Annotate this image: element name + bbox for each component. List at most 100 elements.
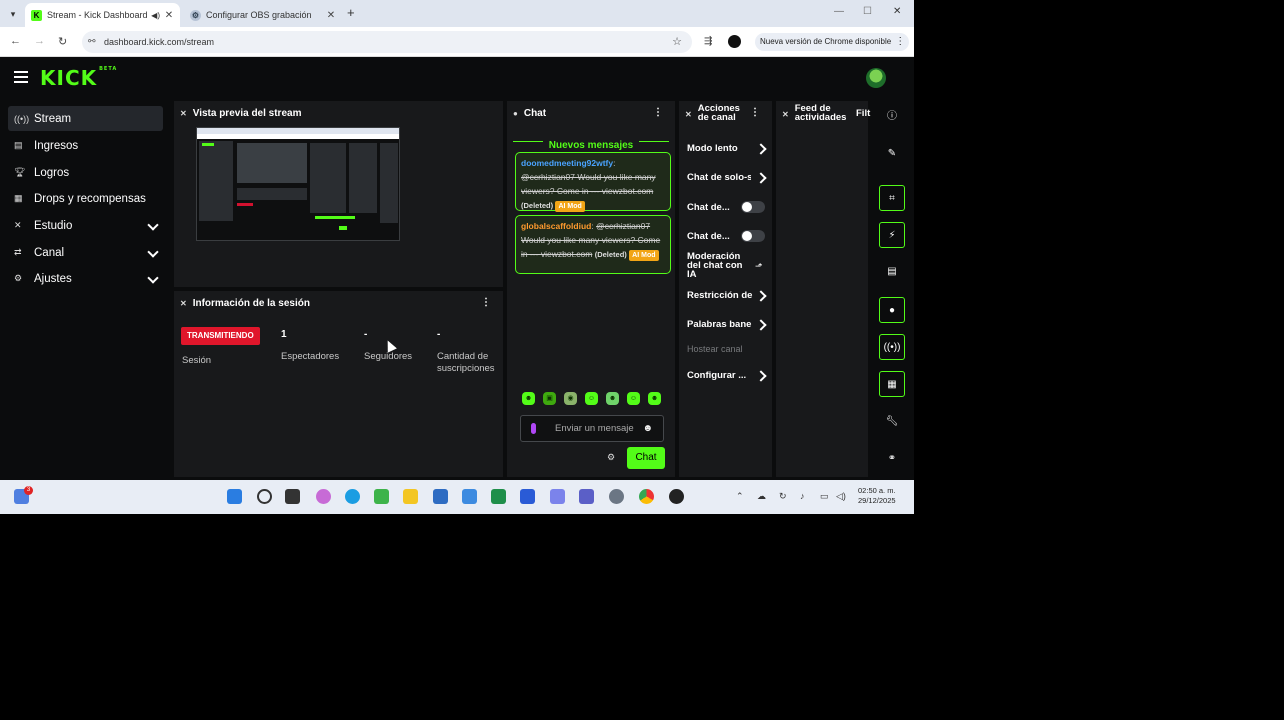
panel-title: Acciones de canal [697,103,740,123]
filter-button[interactable]: Filt [856,108,870,119]
edit-icon[interactable]: ✎ [879,141,905,167]
system-clock[interactable]: 02:50 a. m. 29/12/2025 [858,486,896,506]
wrench-icon[interactable]: 🔧︎ [879,409,905,435]
teams-icon[interactable] [579,489,594,504]
copilot-icon[interactable] [316,489,331,504]
search-icon[interactable] [257,489,272,504]
obs-icon[interactable] [669,489,684,504]
mic-tray-icon[interactable]: ♪ [800,491,805,501]
chat-bubble-icon[interactable]: ● [879,297,905,323]
new-tab-button[interactable]: + [347,6,355,20]
microphone-icon[interactable] [531,423,536,434]
extensions-icon[interactable]: ⇶ [704,36,712,47]
layout-icon[interactable]: ▦ [879,371,905,397]
emote-icon[interactable]: ▣ [543,392,556,405]
edge-icon[interactable] [345,489,360,504]
sidebar-item-label: Drops y recompensas [34,192,146,205]
panel-header: ✕ Vista previa del stream [174,101,503,125]
site-info-icon[interactable]: ⚯ [88,36,96,47]
emote-icon[interactable]: ☻ [522,392,535,405]
minimize-icon[interactable]: — [834,6,844,17]
panel-menu-icon[interactable]: ⋮ [653,107,663,118]
sidebar-item-estudio[interactable]: ✕ Estudio [8,213,163,238]
panel-menu-icon[interactable]: ⋮ [750,107,760,118]
emote-icon[interactable]: ◉ [564,392,577,405]
volume-icon[interactable]: ◁) [836,491,846,502]
panel-menu-icon[interactable]: ⋮ [481,297,491,308]
sidebar-item-logros[interactable]: 🏆︎ Logros [8,160,163,185]
address-bar[interactable]: ⚯ dashboard.kick.com/stream ☆ [82,31,692,53]
chat-settings-icon[interactable]: ⚙ [607,452,615,463]
sync-icon[interactable]: ↻ [779,491,787,502]
chrome-update-button[interactable]: Nueva versión de Chrome disponible ⋮ [755,33,910,51]
logo-text: KICK [40,66,98,90]
drag-handle-icon[interactable]: ✕ [685,110,692,119]
info-icon[interactable]: ⓘ [879,104,905,130]
chat-username[interactable]: doomedmeeting92wtfy [521,158,613,168]
sidebar-item-ingresos[interactable]: ▤ Ingresos [8,133,163,158]
profile-avatar[interactable] [728,35,741,48]
drag-handle-icon[interactable]: ✕ [180,109,187,118]
sidebar-item-ajustes[interactable]: ⚙ Ajustes [8,266,163,291]
settings-app-icon[interactable] [609,489,624,504]
xbox-icon[interactable] [374,489,389,504]
close-tab-icon[interactable]: ✕ [326,10,336,21]
chat-message[interactable]: globalscaffoldiud: @ccrhiztian07 Would y… [515,215,671,274]
action-restriccion[interactable]: Restricción de [687,290,753,301]
new-messages-divider[interactable]: Nuevos mensajes [513,135,669,151]
chrome-icon[interactable] [639,489,654,504]
action-configurar[interactable]: Configurar ... [687,370,753,381]
bolt-icon[interactable]: ⚡︎ [879,222,905,248]
chat-toggle-1[interactable] [741,201,765,213]
close-tab-icon[interactable]: ✕ [164,10,174,21]
speaker-icon[interactable]: ◀) [151,11,160,20]
back-icon[interactable]: ← [10,35,21,47]
share-icon[interactable]: ⚭ [879,446,905,472]
user-avatar[interactable] [866,68,886,88]
emoji-icon[interactable]: ☻ [642,423,653,434]
action-ai-moderation[interactable]: Moderación del chat con IA [687,252,747,279]
chat-toggle-2[interactable] [741,230,765,242]
task-view-icon[interactable] [285,489,300,504]
windows-start-icon[interactable] [227,489,242,504]
stream-preview-image[interactable] [196,127,400,241]
emote-icon[interactable]: ☻ [648,392,661,405]
chat-message[interactable]: doomedmeeting92wtfy: @ccrhiztian07 Would… [515,152,671,212]
photos-icon[interactable] [550,489,565,504]
emote-icon[interactable]: ☺ [627,392,640,405]
chat-username[interactable]: globalscaffoldiud [521,221,591,231]
bookmark-star-icon[interactable]: ☆ [672,35,682,48]
emote-icon[interactable]: ☻ [606,392,619,405]
tab-search-icon[interactable]: ▾ [5,6,21,22]
focus-icon[interactable]: ⌗ [879,185,905,211]
hamburger-menu-icon[interactable] [14,71,28,83]
action-palabras-baneadas[interactable]: Palabras bane [687,319,753,330]
drag-handle-icon[interactable]: ✕ [180,299,187,308]
network-icon[interactable]: ▭ [820,491,829,502]
sidebar-item-drops[interactable]: ▦ Drops y recompensas [8,186,163,211]
tab-kick-dashboard[interactable]: K Stream - Kick Dashboard ◀) ✕ [25,3,180,27]
forward-icon[interactable]: → [34,35,45,47]
drag-handle-icon[interactable]: ✕ [782,110,789,119]
close-window-icon[interactable]: ✕ [893,6,901,17]
outlook-icon[interactable] [462,489,477,504]
store-icon[interactable] [433,489,448,504]
excel-icon[interactable] [491,489,506,504]
word-icon[interactable] [520,489,535,504]
onedrive-icon[interactable]: ☁ [757,491,766,502]
sidebar-item-canal[interactable]: ⇄ Canal [8,240,163,265]
emote-icon[interactable]: ☺ [585,392,598,405]
tray-chevron-icon[interactable]: ⌃ [736,491,744,502]
maximize-icon[interactable]: ☐ [863,6,872,17]
tab-obs-config[interactable]: ⚙ Configurar OBS grabación ✕ [184,3,342,27]
broadcast-icon[interactable]: ((•)) [879,334,905,360]
menu-dots-icon[interactable]: ⋮ [895,33,905,51]
chat-message-input[interactable]: Enviar un mensaje ☻ [520,415,664,442]
reload-icon[interactable]: ↻ [58,35,67,48]
sidebar-item-stream[interactable]: ((•)) Stream [8,106,163,131]
file-explorer-icon[interactable] [403,489,418,504]
kick-logo[interactable]: KICK BETA [40,66,117,90]
send-chat-button[interactable]: Chat [627,447,665,469]
action-chat-solo[interactable]: Chat de solo-s [687,172,751,183]
notes-icon[interactable]: ▤ [879,259,905,285]
